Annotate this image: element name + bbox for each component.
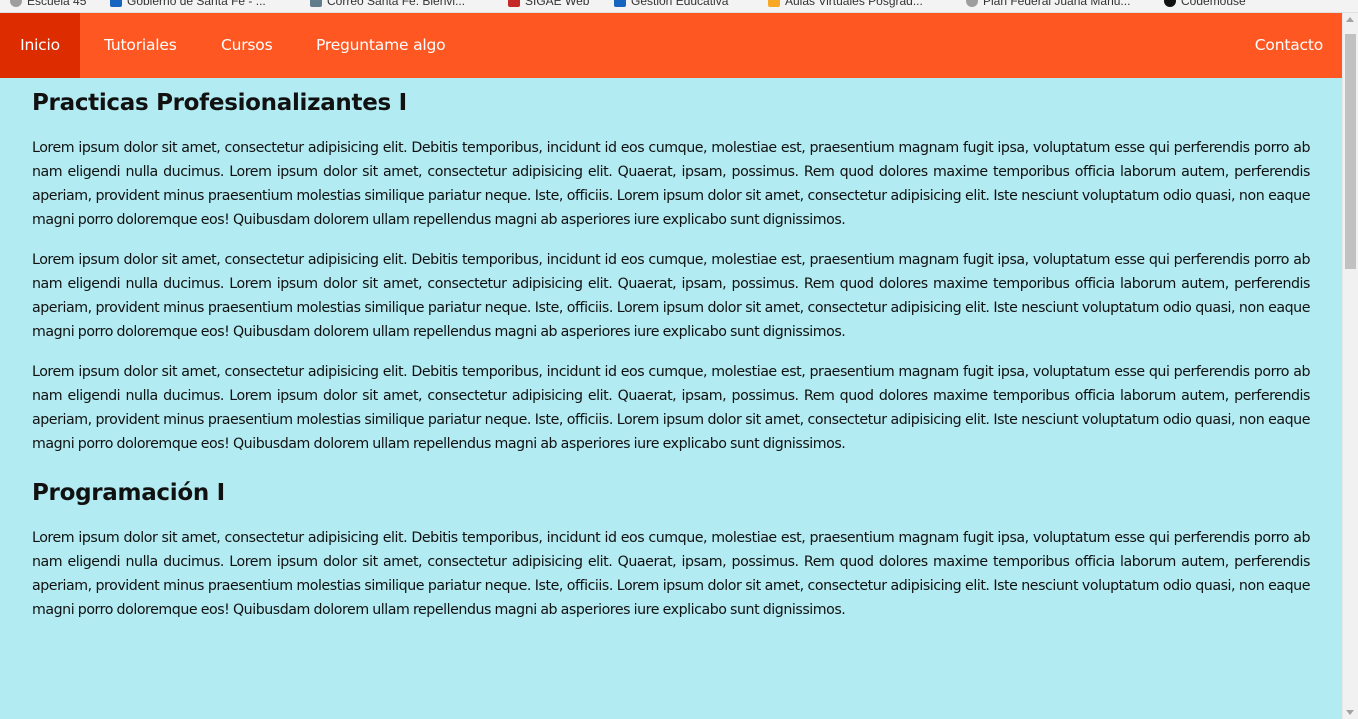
nav-cursos[interactable]: Cursos bbox=[221, 13, 273, 78]
vertical-scrollbar[interactable] bbox=[1342, 13, 1358, 719]
nav-contacto[interactable]: Contacto bbox=[1255, 13, 1323, 78]
paragraph: Lorem ipsum dolor sit amet, consectetur … bbox=[32, 252, 1310, 340]
bookmark-plan-federal[interactable]: Plan Federal Juana Manu... bbox=[966, 0, 1130, 8]
paragraph: Lorem ipsum dolor sit amet, consectetur … bbox=[32, 530, 1310, 618]
bookmark-label: Plan Federal Juana Manu... bbox=[983, 0, 1131, 8]
scroll-up-arrow-icon[interactable] bbox=[1346, 17, 1354, 22]
main-content: Practicas Profesionalizantes I Lorem ips… bbox=[32, 78, 1310, 622]
bookmark-label: Correo Santa Fe: Bienvi... bbox=[327, 0, 466, 8]
scroll-thumb[interactable] bbox=[1345, 34, 1356, 269]
bookmark-correo[interactable]: Correo Santa Fe: Bienvi... bbox=[310, 0, 465, 8]
bookmark-label: Codemouse bbox=[1181, 0, 1246, 8]
globe-icon bbox=[10, 0, 22, 7]
bookmark-escuela[interactable]: Escuela 45 bbox=[10, 0, 86, 8]
bookmark-gestion[interactable]: Gestion Educativa bbox=[614, 0, 728, 8]
bookmarks-bar: Escuela 45 Gobierno de Santa Fe - ... Co… bbox=[0, 0, 1358, 13]
section-title: Practicas Profesionalizantes I bbox=[32, 90, 407, 116]
bookmark-label: Escuela 45 bbox=[27, 0, 87, 8]
nav-inicio[interactable]: Inicio bbox=[0, 13, 80, 78]
bookmark-label: SIGAE Web bbox=[525, 0, 590, 8]
scroll-down-arrow-icon[interactable] bbox=[1346, 710, 1354, 715]
bookmark-codemouse[interactable]: Codemouse bbox=[1164, 0, 1246, 8]
mail-icon bbox=[310, 0, 322, 7]
main-navbar: Inicio Tutoriales Cursos Preguntame algo… bbox=[0, 13, 1343, 78]
santa-fe-icon bbox=[110, 0, 122, 7]
codemouse-icon bbox=[1164, 0, 1176, 7]
bookmark-sigae[interactable]: SIGAE Web bbox=[508, 0, 589, 8]
globe-icon bbox=[966, 0, 978, 7]
bookmark-aulas[interactable]: Aulas Virtuales Posgrad... bbox=[768, 0, 923, 8]
paragraph: Lorem ipsum dolor sit amet, consectetur … bbox=[32, 364, 1310, 452]
bookmark-gobierno[interactable]: Gobierno de Santa Fe - ... bbox=[110, 0, 266, 8]
bookmark-label: Aulas Virtuales Posgrad... bbox=[785, 0, 923, 8]
flag-icon bbox=[508, 0, 520, 7]
nav-preguntame[interactable]: Preguntame algo bbox=[316, 13, 446, 78]
section-title: Programación I bbox=[32, 480, 225, 506]
bookmark-label: Gestion Educativa bbox=[631, 0, 729, 8]
paragraph: Lorem ipsum dolor sit amet, consectetur … bbox=[32, 140, 1310, 228]
nav-tutoriales[interactable]: Tutoriales bbox=[104, 13, 177, 78]
bookmark-label: Gobierno de Santa Fe - ... bbox=[127, 0, 266, 8]
folder-icon bbox=[768, 0, 780, 7]
santa-fe-icon bbox=[614, 0, 626, 7]
